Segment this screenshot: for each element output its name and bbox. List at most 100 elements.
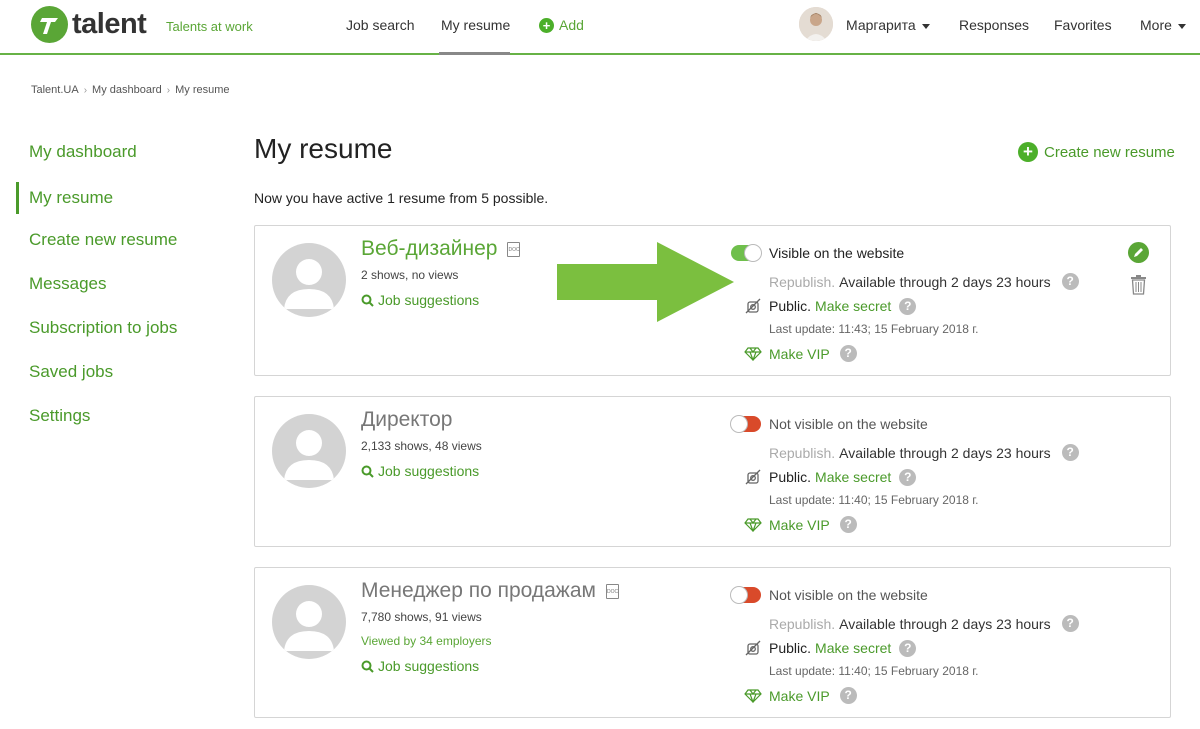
user-avatar[interactable] (799, 7, 833, 41)
job-suggestions-link[interactable]: Job suggestions (361, 292, 479, 308)
chevron-right-icon: › (166, 84, 171, 96)
resume-stats: 2,133 shows, 48 views (361, 439, 482, 453)
make-secret-link[interactable]: Make secret (815, 640, 891, 656)
public-label: Public. (769, 298, 812, 314)
edit-resume-button[interactable] (1128, 242, 1149, 263)
diamond-icon (744, 688, 762, 703)
breadcrumb: Talent.UA › My dashboard › My resume (31, 84, 230, 96)
create-new-resume-button[interactable]: + Create new resume (1018, 142, 1175, 162)
breadcrumb-dashboard[interactable]: My dashboard (92, 84, 162, 96)
visibility-status: Visible on the website (769, 245, 905, 261)
create-new-resume-label: Create new resume (1044, 143, 1175, 161)
make-vip-link[interactable]: Make VIP (769, 688, 830, 704)
resume-title-text: Веб-дизайнер (361, 237, 498, 260)
resume-title-text: Директор (361, 408, 453, 431)
delete-resume-button[interactable] (1130, 274, 1147, 295)
nav-add-button[interactable]: + Add (539, 17, 584, 33)
sidebar-item-subscription-to-jobs[interactable]: Subscription to jobs (16, 314, 216, 358)
nav-more[interactable]: More (1140, 17, 1186, 33)
last-update: Last update: 11:40; 15 February 2018 г. (769, 493, 979, 507)
nav-job-search[interactable]: Job search (346, 17, 414, 33)
visibility-status: Not visible on the website (769, 416, 928, 432)
resume-card: Директор 2,133 shows, 48 views Job sugge… (254, 396, 1171, 547)
logo-mark-icon (31, 6, 68, 43)
public-eye-icon (745, 469, 761, 485)
make-secret-link[interactable]: Make secret (815, 298, 891, 314)
resume-stats: 2 shows, no views (361, 268, 459, 282)
job-suggestions-link[interactable]: Job suggestions (361, 463, 479, 479)
availability-text: Available through 2 days 23 hours (839, 615, 1051, 632)
resume-card: Менеджер по продажам DOC 7,780 shows, 91… (254, 567, 1171, 718)
trash-icon (1131, 275, 1146, 295)
nav-responses[interactable]: Responses (959, 17, 1029, 33)
visibility-toggle[interactable] (730, 415, 761, 433)
nav-favorites[interactable]: Favorites (1054, 17, 1112, 33)
diamond-icon (744, 346, 762, 361)
help-icon[interactable]: ? (899, 468, 917, 486)
resume-title-text: Менеджер по продажам (361, 579, 596, 602)
help-icon[interactable]: ? (839, 516, 857, 533)
privacy-line: Public. Make secret ? (744, 468, 917, 486)
diamond-icon (744, 517, 762, 532)
breadcrumb-home[interactable]: Talent.UA (31, 84, 79, 96)
sidebar-item-my-dashboard[interactable]: My dashboard (16, 138, 216, 182)
visibility-status: Not visible on the website (769, 587, 928, 603)
sidebar-item-my-resume[interactable]: My resume (16, 182, 216, 214)
public-eye-icon (745, 640, 761, 656)
page-title: My resume (254, 133, 393, 164)
public-label: Public. (769, 640, 812, 656)
resume-stats: 7,780 shows, 91 views (361, 610, 482, 624)
help-icon[interactable]: ? (899, 297, 917, 315)
top-header: talent Talents at work Job search My res… (0, 0, 1200, 55)
last-update: Last update: 11:40; 15 February 2018 г. (769, 664, 979, 678)
job-suggestions-link[interactable]: Job suggestions (361, 658, 479, 674)
user-menu[interactable]: Маргарита (846, 17, 930, 33)
nav-my-resume[interactable]: My resume (441, 17, 510, 33)
help-icon[interactable]: ? (1061, 444, 1079, 461)
sidebar-item-settings[interactable]: Settings (16, 402, 216, 446)
visibility-toggle[interactable] (730, 586, 761, 604)
sidebar-item-saved-jobs[interactable]: Saved jobs (16, 358, 216, 402)
make-vip-line: Make VIP ? (744, 516, 857, 533)
help-icon[interactable]: ? (1061, 615, 1079, 632)
help-icon[interactable]: ? (839, 345, 857, 362)
talent-logo[interactable]: talent (31, 6, 147, 43)
resume-title[interactable]: Директор (361, 408, 452, 432)
sidebar-item-messages[interactable]: Messages (16, 270, 216, 314)
resume-title[interactable]: Менеджер по продажам DOC (361, 579, 619, 603)
search-icon (361, 465, 374, 478)
republish-link[interactable]: Republish. (769, 616, 835, 632)
avatar-placeholder (272, 414, 346, 488)
republish-link[interactable]: Republish. (769, 274, 835, 290)
make-vip-link[interactable]: Make VIP (769, 346, 830, 362)
tagline: Talents at work (166, 19, 253, 34)
chevron-right-icon: › (83, 84, 88, 96)
doc-file-icon[interactable]: DOC (507, 241, 521, 257)
search-icon (361, 660, 374, 673)
search-icon (361, 294, 374, 307)
help-icon[interactable]: ? (899, 639, 917, 657)
job-suggestions-label: Job suggestions (378, 463, 480, 479)
nav-add-label: Add (559, 17, 584, 33)
resume-title[interactable]: Веб-дизайнер DOC (361, 237, 521, 261)
pencil-icon (1134, 248, 1143, 257)
public-eye-icon (745, 298, 761, 314)
republish-link[interactable]: Republish. (769, 445, 835, 461)
sidebar-nav: My dashboard My resume Create new resume… (16, 138, 216, 446)
user-name-label: Маргарита (846, 17, 916, 33)
privacy-line: Public. Make secret ? (744, 297, 917, 315)
sidebar-item-create-new-resume[interactable]: Create new resume (16, 226, 216, 270)
toggle-knob (744, 244, 762, 262)
nav-more-label: More (1140, 17, 1172, 33)
viewed-by-employers[interactable]: Viewed by 34 employers (361, 634, 492, 648)
republish-line: Republish. Available through 2 days 23 h… (769, 273, 1079, 290)
republish-line: Republish. Available through 2 days 23 h… (769, 444, 1079, 461)
make-secret-link[interactable]: Make secret (815, 469, 891, 485)
job-suggestions-label: Job suggestions (378, 658, 480, 674)
help-icon[interactable]: ? (1061, 273, 1079, 290)
make-vip-link[interactable]: Make VIP (769, 517, 830, 533)
annotation-arrow-icon (557, 242, 734, 322)
make-vip-line: Make VIP ? (744, 345, 857, 362)
doc-file-icon[interactable]: DOC (605, 583, 619, 599)
help-icon[interactable]: ? (839, 687, 857, 704)
